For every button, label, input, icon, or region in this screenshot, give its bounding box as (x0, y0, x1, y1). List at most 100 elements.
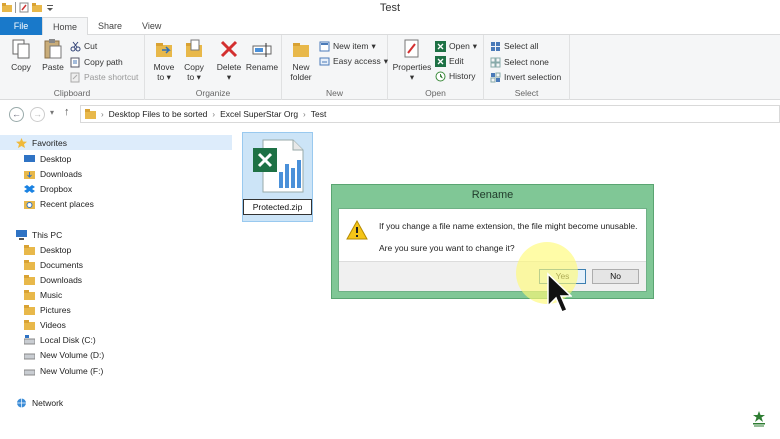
tab-view[interactable]: View (132, 17, 171, 35)
nav-pc-volume-d[interactable]: New Volume (D:) (0, 347, 104, 362)
copy-path-icon (70, 57, 80, 67)
nav-pc-documents[interactable]: Documents (0, 257, 83, 272)
nav-pc-local-disk-c-label: Local Disk (C:) (40, 334, 96, 345)
paste-shortcut-label: Paste shortcut (84, 72, 139, 82)
title-bar: Test (0, 0, 780, 17)
nav-pc-downloads-label: Downloads (40, 274, 83, 285)
copy-label: Copy (11, 62, 31, 72)
paste-icon (44, 39, 62, 59)
breadcrumb-separator: › (101, 109, 104, 119)
invert-selection-button[interactable]: Invert selection (490, 70, 561, 84)
select-all-button[interactable]: Select all (490, 39, 539, 53)
chevron-down-icon: ▾ (196, 72, 201, 82)
breadcrumb-excel-superstar[interactable]: Excel SuperStar Org (220, 109, 298, 119)
dialog-footer: Yes No (339, 261, 646, 291)
paste-shortcut-button[interactable]: Paste shortcut (70, 70, 138, 84)
clipboard-group: Copy Paste Cut Copy path Paste shortcut … (0, 35, 145, 100)
folder-icon (24, 259, 35, 270)
tab-share[interactable]: Share (88, 17, 132, 35)
clipboard-group-label: Clipboard (53, 88, 91, 98)
copy-to-label-2: to (187, 72, 195, 82)
tab-home[interactable]: Home (42, 17, 89, 36)
move-to-label: Move (153, 62, 175, 72)
copy-to-button[interactable]: Copy to ▾ (179, 38, 209, 82)
dialog-title: Rename (471, 189, 514, 201)
edit-button[interactable]: Edit (435, 54, 464, 68)
history-button[interactable]: History (435, 69, 475, 83)
window-title: Test (379, 2, 401, 14)
new-item-button[interactable]: New item ▾ (319, 39, 376, 53)
open-label: Open (449, 41, 470, 51)
nav-fav-dropbox[interactable]: Dropbox (0, 181, 72, 196)
easy-access-button[interactable]: Easy access ▾ (319, 54, 388, 68)
open-group-label: Open (425, 88, 446, 98)
paste-button[interactable]: Paste (38, 38, 68, 72)
open-group: Properties ▾ Open ▾ Edit History Open (388, 35, 484, 100)
select-all-label: Select all (504, 41, 539, 51)
address-bar[interactable]: › Desktop Files to be sorted › Excel Sup… (80, 105, 780, 123)
move-to-button[interactable]: Move to ▾ (149, 38, 179, 82)
cut-button[interactable]: Cut (70, 39, 97, 53)
copy-icon (12, 39, 30, 59)
nav-pc-videos[interactable]: Videos (0, 317, 66, 332)
file-item-protected-zip[interactable]: Protected.zip (242, 132, 313, 222)
easy-access-icon (319, 57, 330, 65)
windows-drive-icon (24, 334, 35, 344)
file-name-edit-box[interactable]: Protected.zip (243, 199, 312, 215)
delete-label: Delete (216, 62, 242, 72)
breadcrumb-test[interactable]: Test (311, 109, 327, 119)
nav-fav-downloads[interactable]: Downloads (0, 166, 82, 181)
nav-network[interactable]: Network (0, 395, 63, 410)
properties-icon (404, 39, 419, 58)
copy-button[interactable]: Copy (6, 38, 36, 72)
nav-pc-local-disk-c[interactable]: Local Disk (C:) (0, 332, 96, 347)
rename-button[interactable]: Rename (245, 38, 279, 72)
drive-icon (24, 369, 35, 375)
nav-pc-desktop[interactable]: Desktop (0, 242, 71, 257)
dialog-message: If you change a file name extension, the… (379, 221, 638, 231)
no-button[interactable]: No (592, 269, 639, 284)
forward-arrow-icon: → (33, 109, 42, 119)
nav-pc-music[interactable]: Music (0, 287, 62, 302)
select-group: Select all Select none Invert selection … (484, 35, 570, 100)
easy-access-label: Easy access (333, 56, 381, 66)
nav-pc-volume-f[interactable]: New Volume (F:) (0, 363, 103, 378)
nav-fav-recent-places[interactable]: Recent places (0, 196, 94, 211)
new-group: New folder New item ▾ Easy access ▾ New (282, 35, 388, 100)
chevron-down-icon: ▾ (226, 72, 232, 82)
new-folder-label: New (292, 62, 310, 72)
open-button[interactable]: Open ▾ (435, 39, 477, 53)
downloads-folder-icon (24, 170, 35, 179)
excel-icon (435, 40, 446, 52)
desktop-icon (24, 154, 35, 162)
pictures-folder-icon (24, 304, 35, 315)
delete-button[interactable]: Delete ▾ (213, 38, 245, 82)
new-folder-icon (293, 43, 309, 57)
edit-icon (435, 55, 446, 67)
select-none-button[interactable]: Select none (490, 55, 549, 69)
recent-locations-icon[interactable]: ▾ (50, 108, 54, 117)
nav-pc-downloads[interactable]: Downloads (0, 272, 82, 287)
forward-button[interactable]: → (30, 107, 45, 122)
copy-path-button[interactable]: Copy path (70, 55, 123, 69)
cut-label: Cut (84, 41, 98, 51)
nav-this-pc[interactable]: This PC (0, 227, 62, 242)
new-folder-button[interactable]: New folder (286, 38, 316, 82)
nav-fav-desktop[interactable]: Desktop (0, 151, 71, 166)
copy-to-label: Copy (184, 62, 204, 72)
tab-file[interactable]: File (0, 17, 42, 35)
nav-pc-pictures[interactable]: Pictures (0, 302, 71, 317)
rename-label: Rename (245, 62, 279, 72)
nav-fav-downloads-label: Downloads (40, 168, 83, 179)
scissors-icon (70, 41, 81, 51)
back-button[interactable]: ← (9, 107, 24, 122)
history-label: History (449, 71, 476, 81)
videos-folder-icon (24, 319, 35, 330)
up-arrow-icon[interactable]: ↑ (64, 106, 70, 118)
properties-button[interactable]: Properties ▾ (391, 38, 433, 82)
breadcrumb-desktop-files[interactable]: Desktop Files to be sorted (109, 109, 208, 119)
nav-favorites[interactable]: Favorites (0, 135, 232, 150)
select-group-label: Select (514, 88, 539, 98)
dropbox-icon (24, 184, 35, 193)
properties-label: Properties (392, 62, 432, 72)
